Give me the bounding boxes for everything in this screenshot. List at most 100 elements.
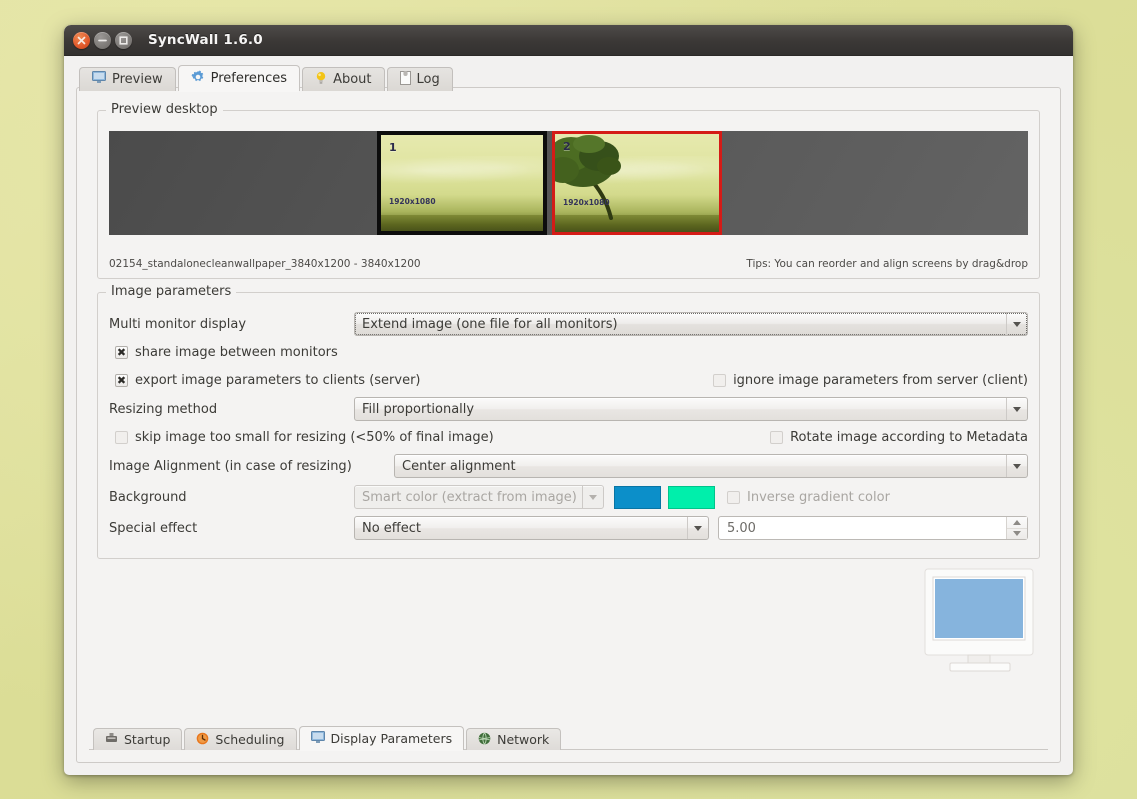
multi-monitor-dropdown[interactable]: Extend image (one file for all monitors) xyxy=(354,312,1028,336)
screen-number-2: 2 xyxy=(563,140,571,153)
chevron-down-icon[interactable] xyxy=(1006,313,1027,335)
image-parameters-group: Image parameters Multi monitor display E… xyxy=(97,292,1040,559)
drag-drop-tip-label: Tips: You can reorder and align screens … xyxy=(746,258,1028,270)
image-alignment-value: Center alignment xyxy=(402,459,516,474)
preview-desktop-title: Preview desktop xyxy=(106,102,223,117)
screen-number-1: 1 xyxy=(389,141,397,154)
ground-layer xyxy=(381,215,543,231)
row-background: Background Smart color (extract from ima… xyxy=(109,484,1028,510)
multi-monitor-value: Extend image (one file for all monitors) xyxy=(362,317,618,332)
export-params-checkbox[interactable]: ✖ xyxy=(115,374,128,387)
row-resizing-method: Resizing method Fill proportionally xyxy=(109,396,1028,422)
bottom-tab-network[interactable]: Network xyxy=(466,728,561,750)
gear-icon xyxy=(191,70,205,88)
tab-log[interactable]: Log xyxy=(387,67,453,91)
close-button[interactable] xyxy=(73,32,90,49)
special-effect-amount-value: 5.00 xyxy=(727,521,756,536)
resizing-method-dropdown[interactable]: Fill proportionally xyxy=(354,397,1028,421)
special-effect-amount-spinner[interactable]: 5.00 xyxy=(718,516,1028,540)
row-share-image[interactable]: ✖ share image between monitors xyxy=(109,339,1028,365)
tab-preferences[interactable]: Preferences xyxy=(178,65,300,91)
preview-desktop-group: Preview desktop 1 1920x1080 xyxy=(97,110,1040,279)
window-controls xyxy=(73,32,132,49)
check-mark-icon: ✖ xyxy=(117,347,126,358)
lightbulb-icon xyxy=(315,71,327,89)
cloud-layer xyxy=(381,156,543,185)
bottom-tab-display-parameters[interactable]: Display Parameters xyxy=(299,726,465,750)
minimize-button[interactable] xyxy=(94,32,111,49)
chevron-down-icon[interactable] xyxy=(582,486,603,508)
screen-resolution-1: 1920x1080 xyxy=(389,197,436,206)
chevron-down-icon[interactable] xyxy=(1006,455,1027,477)
globe-icon xyxy=(478,732,491,748)
bottom-tab-network-label: Network xyxy=(497,732,549,747)
document-icon xyxy=(400,71,411,89)
tab-about[interactable]: About xyxy=(302,67,384,91)
bottom-tab-startup-label: Startup xyxy=(124,732,170,747)
application-window: SyncWall 1.6.0 Preview Preferences About xyxy=(64,25,1073,775)
desktop-preview-area[interactable]: 1 1920x1080 xyxy=(109,131,1028,235)
background-label: Background xyxy=(109,490,354,505)
special-effect-dropdown[interactable]: No effect xyxy=(354,516,709,540)
skip-small-label: skip image too small for resizing (<50% … xyxy=(135,430,494,445)
tab-preview[interactable]: Preview xyxy=(79,67,176,91)
special-effect-value: No effect xyxy=(362,521,421,536)
chevron-down-icon[interactable] xyxy=(1006,398,1027,420)
background-color-1-swatch[interactable] xyxy=(614,486,661,509)
bottom-tab-bar: Startup Scheduling Display Parameters Ne… xyxy=(89,725,1048,750)
preferences-panel: Preview desktop 1 1920x1080 xyxy=(76,87,1061,763)
screen-thumbnail-1[interactable]: 1 1920x1080 xyxy=(377,131,547,235)
skip-small-checkbox[interactable] xyxy=(115,431,128,444)
ignore-params-label: ignore image parameters from server (cli… xyxy=(733,373,1028,388)
spinner-buttons[interactable] xyxy=(1006,517,1027,539)
bottom-tab-display-parameters-label: Display Parameters xyxy=(331,731,453,746)
rotate-metadata-label: Rotate image according to Metadata xyxy=(790,430,1028,445)
screen-thumbnail-2[interactable]: 2 1920x1080 xyxy=(552,131,722,235)
bottom-tab-scheduling[interactable]: Scheduling xyxy=(184,728,296,750)
title-bar: SyncWall 1.6.0 xyxy=(64,25,1073,56)
maximize-button[interactable] xyxy=(115,32,132,49)
inverse-gradient-label: Inverse gradient color xyxy=(747,490,890,505)
bottom-tab-startup[interactable]: Startup xyxy=(93,728,182,750)
row-skip-small: skip image too small for resizing (<50% … xyxy=(109,424,1028,450)
wallpaper-preview-1 xyxy=(381,135,543,231)
window-title: SyncWall 1.6.0 xyxy=(148,32,263,48)
inverse-gradient-checkbox[interactable] xyxy=(727,491,740,504)
tab-preferences-label: Preferences xyxy=(211,71,287,86)
background-color-2-swatch[interactable] xyxy=(668,486,715,509)
top-tab-bar: Preview Preferences About Log xyxy=(64,56,1073,91)
bottom-tab-scheduling-label: Scheduling xyxy=(215,732,284,747)
clock-icon xyxy=(196,732,209,748)
image-alignment-dropdown[interactable]: Center alignment xyxy=(394,454,1028,478)
share-image-label: share image between monitors xyxy=(135,345,338,360)
wallpaper-filename-label: 02154_standalonecleanwallpaper_3840x1200… xyxy=(109,258,421,270)
share-image-checkbox[interactable]: ✖ xyxy=(115,346,128,359)
rotate-metadata-checkbox[interactable] xyxy=(770,431,783,444)
monitor-icon xyxy=(92,71,106,88)
monitor-icon xyxy=(311,731,325,747)
background-mode-value: Smart color (extract from image) xyxy=(362,490,577,505)
image-alignment-label: Image Alignment (in case of resizing) xyxy=(109,459,394,474)
check-mark-icon: ✖ xyxy=(117,375,126,386)
export-params-label: export image parameters to clients (serv… xyxy=(135,373,421,388)
resizing-method-label: Resizing method xyxy=(109,402,354,417)
image-parameters-title: Image parameters xyxy=(106,284,236,299)
row-special-effect: Special effect No effect 5.00 xyxy=(109,515,1028,541)
spinner-up-icon[interactable] xyxy=(1007,517,1027,529)
tab-preview-label: Preview xyxy=(112,72,163,87)
power-icon xyxy=(105,732,118,747)
spinner-down-icon[interactable] xyxy=(1007,529,1027,540)
chevron-down-icon[interactable] xyxy=(687,517,708,539)
tab-about-label: About xyxy=(333,72,371,87)
background-mode-dropdown[interactable]: Smart color (extract from image) xyxy=(354,485,604,509)
ignore-params-checkbox[interactable] xyxy=(713,374,726,387)
row-image-alignment: Image Alignment (in case of resizing) Ce… xyxy=(109,453,1028,479)
tab-log-label: Log xyxy=(417,72,440,87)
multi-monitor-label: Multi monitor display xyxy=(109,317,354,332)
monitor-illustration xyxy=(924,568,1040,672)
row-multi-monitor: Multi monitor display Extend image (one … xyxy=(109,311,1028,337)
resizing-method-value: Fill proportionally xyxy=(362,402,474,417)
screen-resolution-2: 1920x1080 xyxy=(563,198,610,207)
row-export-params: ✖ export image parameters to clients (se… xyxy=(109,367,1028,393)
wallpaper-preview-2 xyxy=(555,134,719,232)
